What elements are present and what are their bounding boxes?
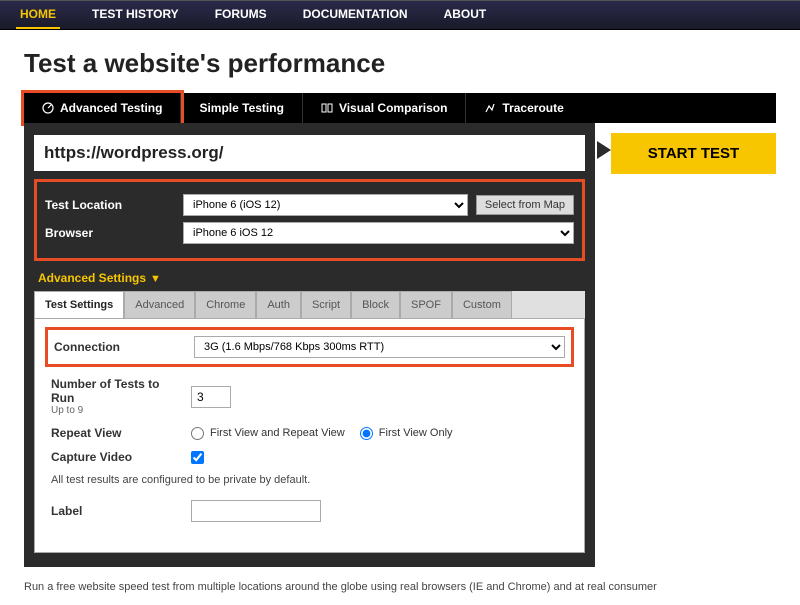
radio-label: First View and Repeat View (210, 427, 345, 439)
nav-test-history[interactable]: TEST HISTORY (88, 1, 183, 29)
tab-advanced-testing[interactable]: Advanced Testing (24, 93, 181, 123)
arrow-icon (597, 141, 611, 159)
tab-label: Advanced Testing (60, 101, 162, 115)
url-input[interactable] (34, 135, 585, 171)
select-from-map-button[interactable]: Select from Map (476, 195, 574, 215)
nav-home[interactable]: HOME (16, 1, 60, 29)
subtab-auth[interactable]: Auth (256, 291, 301, 318)
start-test-button[interactable]: START TEST (611, 133, 776, 174)
page-title: Test a website's performance (24, 48, 776, 79)
subtab-custom[interactable]: Custom (452, 291, 512, 318)
subtab-advanced[interactable]: Advanced (124, 291, 195, 318)
capture-video-checkbox[interactable] (191, 451, 204, 464)
repeat-first-and-repeat-radio[interactable] (191, 427, 204, 440)
settings-body: Connection 3G (1.6 Mbps/768 Kbps 300ms R… (34, 318, 585, 553)
browser-select[interactable]: iPhone 6 iOS 12 (183, 222, 574, 244)
tab-label: Traceroute (502, 101, 563, 115)
chevron-down-icon: ▼ (150, 273, 161, 285)
connection-label: Connection (54, 340, 184, 354)
connection-row: Connection 3G (1.6 Mbps/768 Kbps 300ms R… (45, 327, 574, 367)
num-tests-input[interactable] (191, 386, 231, 408)
test-location-label: Test Location (45, 198, 175, 212)
compare-icon (321, 102, 333, 114)
route-icon (484, 102, 496, 114)
subtab-spof[interactable]: SPOF (400, 291, 452, 318)
nav-forums[interactable]: FORUMS (211, 1, 271, 29)
repeat-first-only-radio[interactable] (360, 427, 373, 440)
top-nav: HOME TEST HISTORY FORUMS DOCUMENTATION A… (0, 0, 800, 30)
private-note: All test results are configured to be pr… (51, 474, 568, 486)
gauge-icon (42, 102, 54, 114)
subtab-script[interactable]: Script (301, 291, 351, 318)
tab-label: Visual Comparison (339, 101, 447, 115)
nav-about[interactable]: ABOUT (440, 1, 491, 29)
tab-simple-testing[interactable]: Simple Testing (181, 93, 302, 123)
label-label: Label (51, 504, 181, 518)
test-location-select[interactable]: iPhone 6 (iOS 12) (183, 194, 468, 216)
location-browser-group: Test Location iPhone 6 (iOS 12) Select f… (34, 179, 585, 261)
tab-label: Simple Testing (199, 101, 283, 115)
radio-label: First View Only (379, 427, 453, 439)
label-input[interactable] (191, 500, 321, 522)
subtab-test-settings[interactable]: Test Settings (34, 291, 124, 318)
test-panel: Test Location iPhone 6 (iOS 12) Select f… (24, 123, 595, 567)
connection-select[interactable]: 3G (1.6 Mbps/768 Kbps 300ms RTT) (194, 336, 565, 358)
browser-label: Browser (45, 226, 175, 240)
main-tabs: Advanced Testing Simple Testing Visual C… (24, 93, 776, 123)
num-tests-label: Number of Tests to Run Up to 9 (51, 377, 181, 416)
tab-visual-comparison[interactable]: Visual Comparison (303, 93, 466, 123)
nav-documentation[interactable]: DOCUMENTATION (299, 1, 412, 29)
footer-text: Run a free website speed test from multi… (24, 581, 776, 593)
subtab-chrome[interactable]: Chrome (195, 291, 256, 318)
capture-video-label: Capture Video (51, 450, 181, 464)
advanced-settings-toggle[interactable]: Advanced Settings▼ (34, 261, 585, 291)
tab-traceroute[interactable]: Traceroute (466, 93, 581, 123)
repeat-view-label: Repeat View (51, 426, 181, 440)
subtab-block[interactable]: Block (351, 291, 400, 318)
settings-subtabs: Test Settings Advanced Chrome Auth Scrip… (34, 291, 585, 318)
